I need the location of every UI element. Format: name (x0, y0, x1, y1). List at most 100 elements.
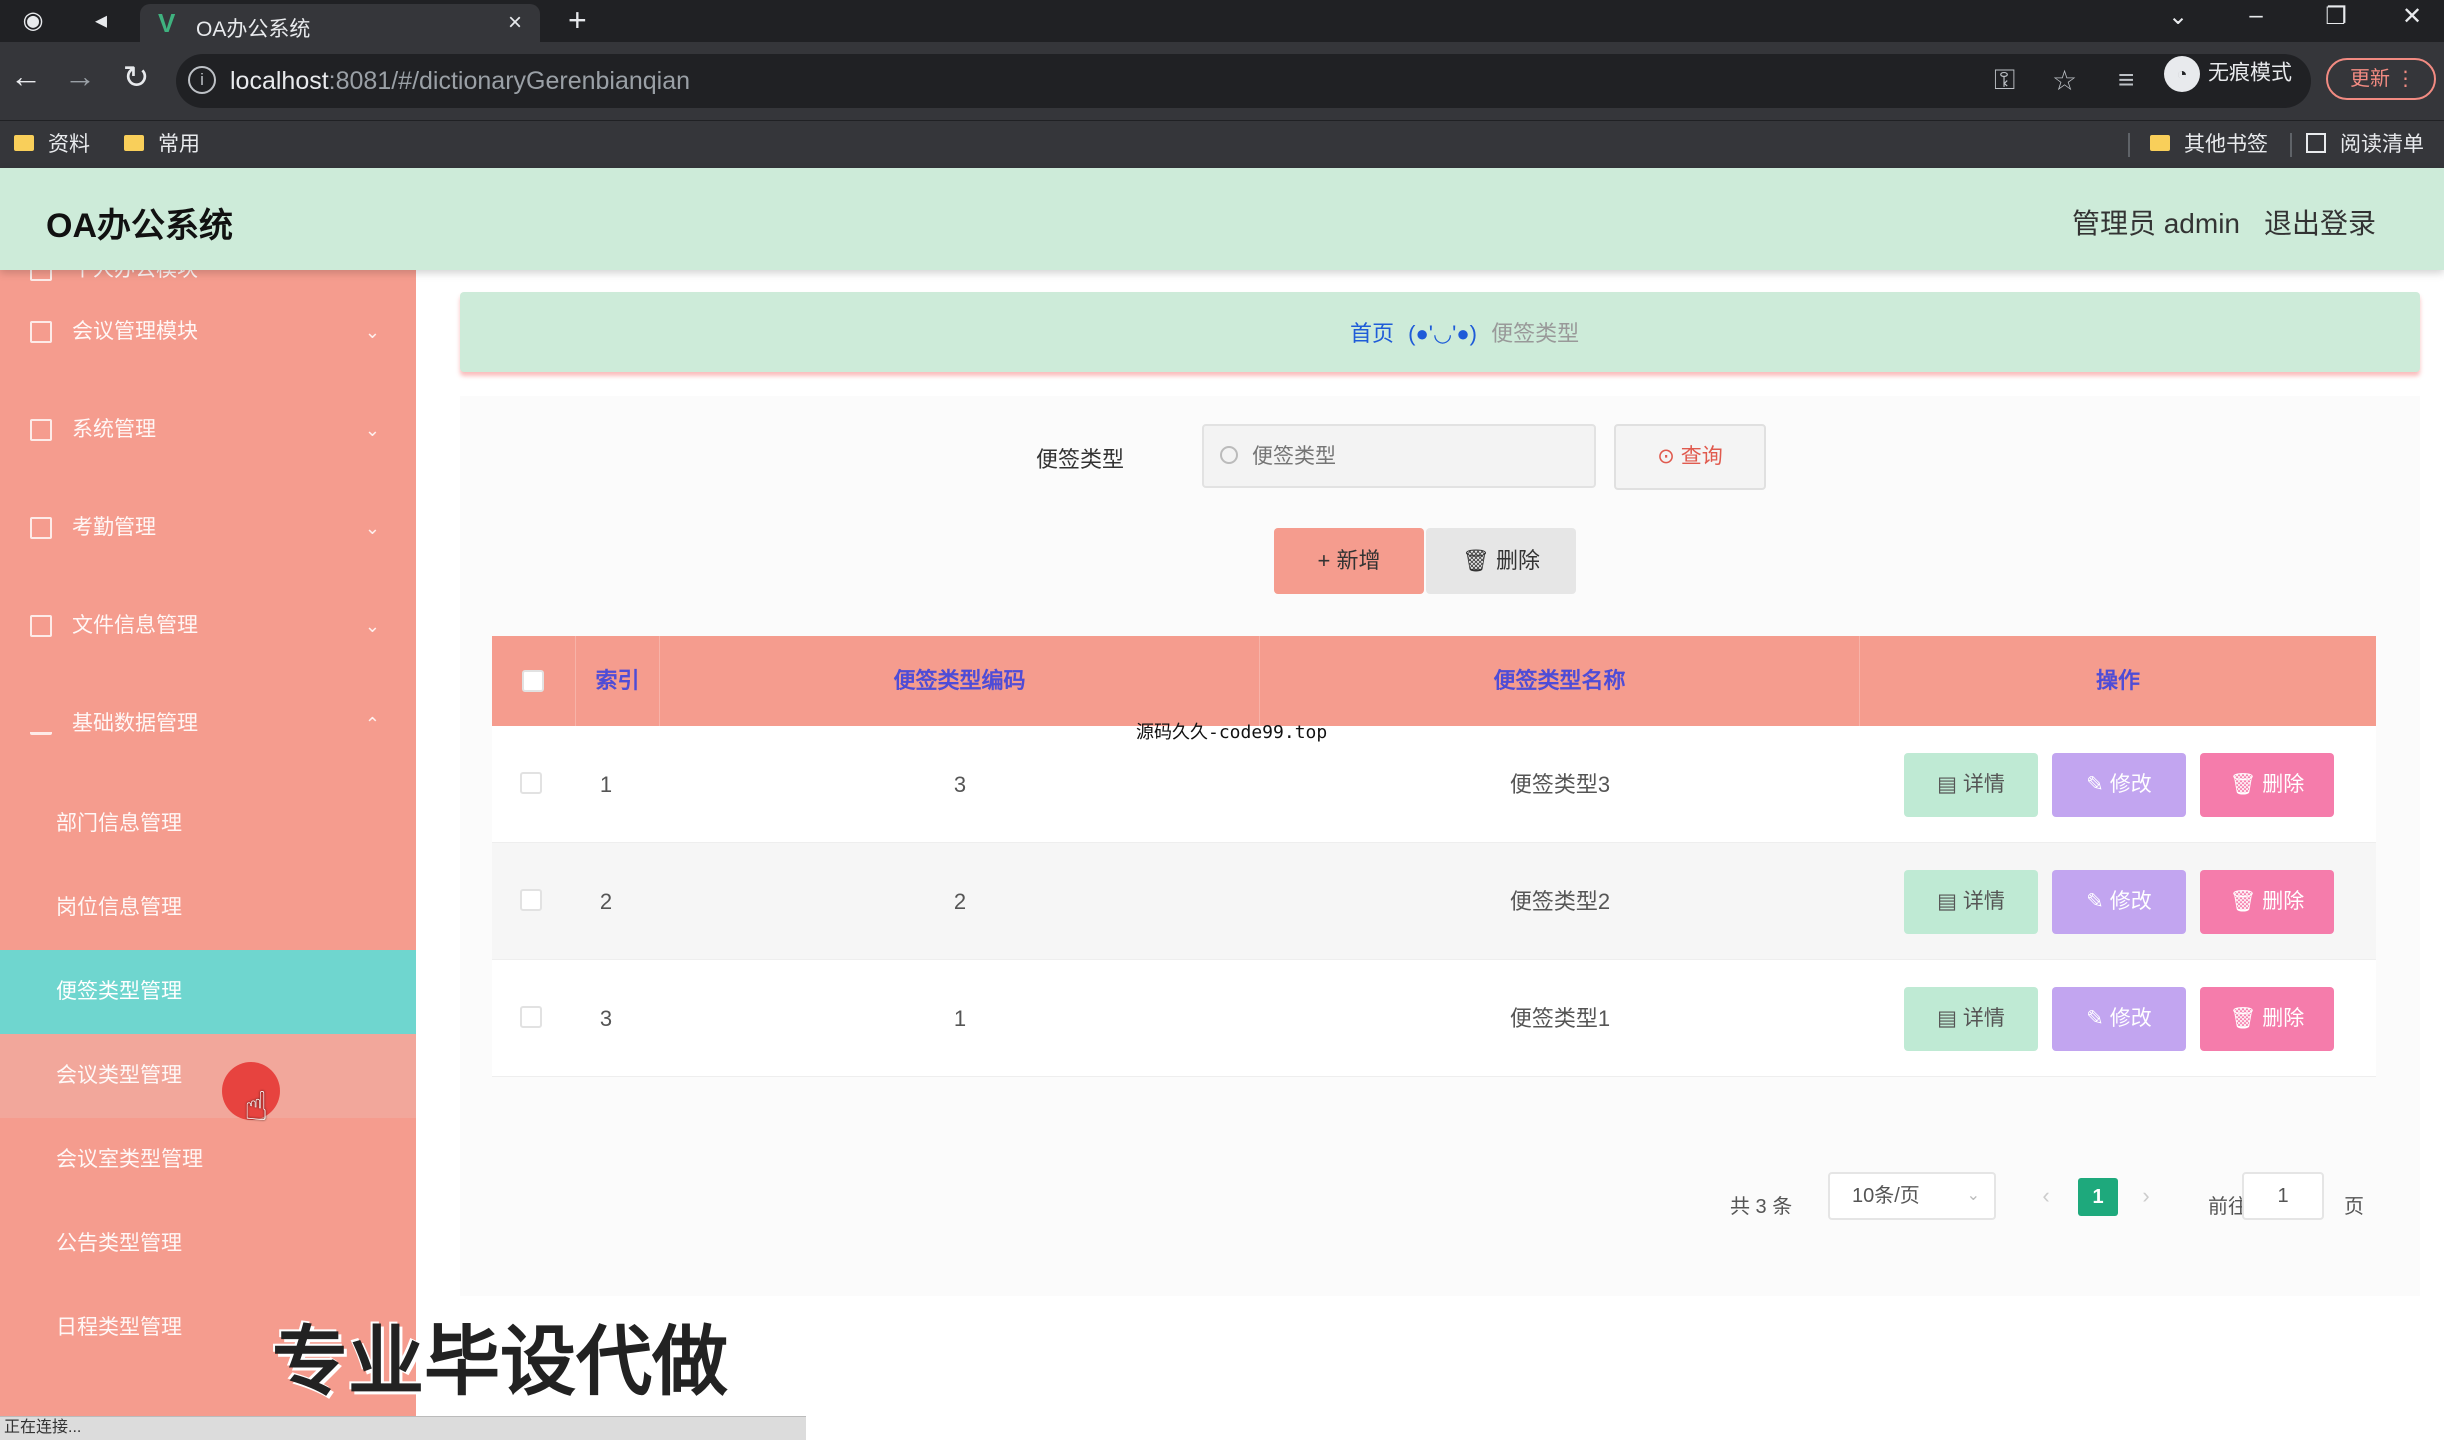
bookmarks-bar: 资料 常用 其他书签 阅读清单 (0, 120, 2444, 168)
goto-page-input[interactable]: 1 (2242, 1172, 2324, 1220)
search-input[interactable] (1252, 440, 1572, 474)
url-text[interactable]: localhost:8081/#/dictionaryGerenbianqian (230, 67, 690, 96)
cell-index: 2 (599, 889, 613, 914)
row-checkbox[interactable] (520, 772, 542, 794)
address-bar[interactable]: i localhost:8081/#/dictionaryGerenbianqi… (176, 54, 2311, 108)
close-window-icon[interactable]: ✕ (2392, 2, 2432, 31)
page-number-current[interactable]: 1 (2078, 1178, 2118, 1216)
sidebar-item-meeting[interactable]: 会议管理模块 ⌄ (0, 304, 416, 360)
sidebar-sub-note-type[interactable]: 便签类型管理 (0, 950, 416, 1034)
folder-icon (14, 135, 34, 152)
cell-code: 2 (953, 889, 967, 914)
chevron-down-icon: ⌄ (364, 616, 380, 636)
row-checkbox[interactable] (520, 889, 542, 911)
row-checkbox[interactable] (520, 1006, 542, 1028)
browser-tab[interactable]: V OA办公系统 × (140, 4, 540, 42)
tab-close-icon[interactable]: × (508, 9, 522, 37)
reading-list[interactable]: 阅读清单 (2306, 131, 2424, 159)
batch-delete-button[interactable]: 🗑 删除 (1426, 528, 1576, 594)
site-info-icon[interactable]: i (188, 66, 216, 94)
main-content: 首页 (●'◡'●) 便签类型 便签类型 ⊙ 查询 + 新增 🗑 删除 索引 便… (416, 270, 2444, 1440)
cell-index: 1 (599, 772, 613, 797)
sidebar-item-personal[interactable]: 个人办公模块 (0, 270, 416, 298)
bookmark-folder-changyong[interactable]: 常用 (124, 131, 200, 159)
new-tab-button[interactable]: + (568, 2, 587, 39)
app-header: OA办公系统 管理员 admin 退出登录 (0, 168, 2444, 270)
table-header: 索引 便签类型编码 便签类型名称 操作 (492, 636, 2376, 726)
delete-button[interactable]: 🗑 删除 (2200, 753, 2334, 817)
sidebar-sub-room-type[interactable]: 会议室类型管理 (0, 1118, 416, 1202)
chevron-down-icon: ⌄ (364, 518, 380, 538)
sidebar-sub-notice-type[interactable]: 公告类型管理 (0, 1202, 416, 1286)
reading-list-icon (2306, 133, 2326, 154)
logout-link[interactable]: 退出登录 (2264, 202, 2376, 242)
delete-button[interactable]: 🗑 删除 (2200, 870, 2334, 934)
bar-chart-icon (30, 713, 52, 735)
bookmark-separator (2290, 133, 2292, 157)
edit-button[interactable]: ✎ 修改 (2052, 987, 2186, 1051)
cell-code: 1 (953, 1006, 967, 1031)
sidebar-item-system[interactable]: 系统管理 ⌄ (0, 402, 416, 458)
column-header-index: 索引 (576, 636, 660, 726)
mute-icon[interactable]: ◂ (86, 6, 116, 36)
page-size-select[interactable]: 10条/页 ⌄ (1828, 1172, 1996, 1220)
table-row: 2 2 便签类型2 ▤ 详情 ✎ 修改 🗑 删除 (492, 843, 2376, 960)
detail-button[interactable]: ▤ 详情 (1904, 753, 2038, 817)
page-suffix: 页 (2344, 1196, 2364, 1218)
add-button[interactable]: + 新增 (1274, 528, 1424, 594)
edit-button[interactable]: ✎ 修改 (2052, 870, 2186, 934)
window-icon (30, 419, 52, 441)
breadcrumb-current: 便签类型 (1491, 321, 1580, 346)
select-all-checkbox[interactable] (522, 670, 544, 692)
forward-icon[interactable]: → (60, 58, 100, 95)
table-row: 3 1 便签类型1 ▤ 详情 ✎ 修改 🗑 删除 (492, 960, 2376, 1077)
column-header-code[interactable]: 便签类型编码 (660, 636, 1260, 726)
browser-tab-bar: ◉ ◂ V OA办公系统 × + ⌄ – ❐ ✕ (0, 0, 2444, 42)
back-icon[interactable]: ← (6, 58, 46, 95)
column-header-name[interactable]: 便签类型名称 (1260, 636, 1860, 726)
list-icon (30, 321, 52, 343)
search-button[interactable]: ⊙ 查询 (1614, 424, 1766, 490)
cell-name: 便签类型2 (1509, 889, 1611, 914)
delete-button[interactable]: 🗑 删除 (2200, 987, 2334, 1051)
browser-menu-icon[interactable]: ◉ (18, 6, 48, 36)
prev-page-icon[interactable]: ‹ (2026, 1176, 2066, 1216)
cell-name: 便签类型3 (1509, 772, 1611, 797)
edit-button[interactable]: ✎ 修改 (2052, 753, 2186, 817)
search-icon (1220, 446, 1238, 464)
sidebar-item-attendance[interactable]: 考勤管理 ⌄ (0, 500, 416, 556)
sidebar-sub-meeting-type[interactable]: 会议类型管理 (0, 1034, 416, 1118)
menu-icon (30, 270, 52, 281)
folder-icon (124, 135, 144, 152)
vue-favicon-icon: V (158, 8, 176, 38)
tab-search-icon[interactable]: ⌄ (2158, 2, 2198, 31)
sidebar-item-files[interactable]: 文件信息管理 ⌄ (0, 598, 416, 654)
select-all-cell (492, 636, 576, 726)
breadcrumb-home[interactable]: 首页 (1350, 321, 1394, 346)
sidebar-item-basic-data[interactable]: 基础数据管理 ⌃ (0, 696, 416, 752)
app-root: OA办公系统 管理员 admin 退出登录 个人办公模块 会议管理模块 ⌄ 系统… (0, 168, 2444, 1440)
sidebar-sub-department[interactable]: 部门信息管理 (0, 782, 416, 866)
bookmark-star-icon[interactable]: ☆ (2052, 64, 2077, 97)
bookmark-other[interactable]: 其他书签 (2150, 131, 2268, 159)
reload-icon[interactable]: ↻ (116, 58, 156, 96)
browser-status-bar: 正在连接... (0, 1416, 806, 1440)
bookmark-folder-ziliao[interactable]: 资料 (14, 131, 90, 159)
cell-name: 便签类型1 (1509, 1006, 1611, 1031)
restore-icon[interactable]: ❐ (2316, 2, 2356, 31)
detail-button[interactable]: ▤ 详情 (1904, 987, 2038, 1051)
mail-icon (30, 517, 52, 539)
sidebar-sub-position[interactable]: 岗位信息管理 (0, 866, 416, 950)
media-icon[interactable]: ≡ (2118, 64, 2134, 96)
search-field[interactable] (1202, 424, 1596, 488)
minimize-icon[interactable]: – (2236, 2, 2276, 30)
update-button[interactable]: 更新 ⋮ (2326, 58, 2436, 100)
folder-icon (2150, 135, 2170, 152)
breadcrumb: 首页 (●'◡'●) 便签类型 (460, 292, 2420, 372)
chevron-up-icon: ⌃ (364, 714, 380, 734)
column-header-actions: 操作 (2095, 668, 2140, 693)
next-page-icon[interactable]: › (2126, 1176, 2166, 1216)
detail-button[interactable]: ▤ 详情 (1904, 870, 2038, 934)
incognito-indicator[interactable]: ◔ 无痕模式 (2164, 56, 2292, 100)
key-icon[interactable]: ⚿ (1994, 64, 2015, 97)
